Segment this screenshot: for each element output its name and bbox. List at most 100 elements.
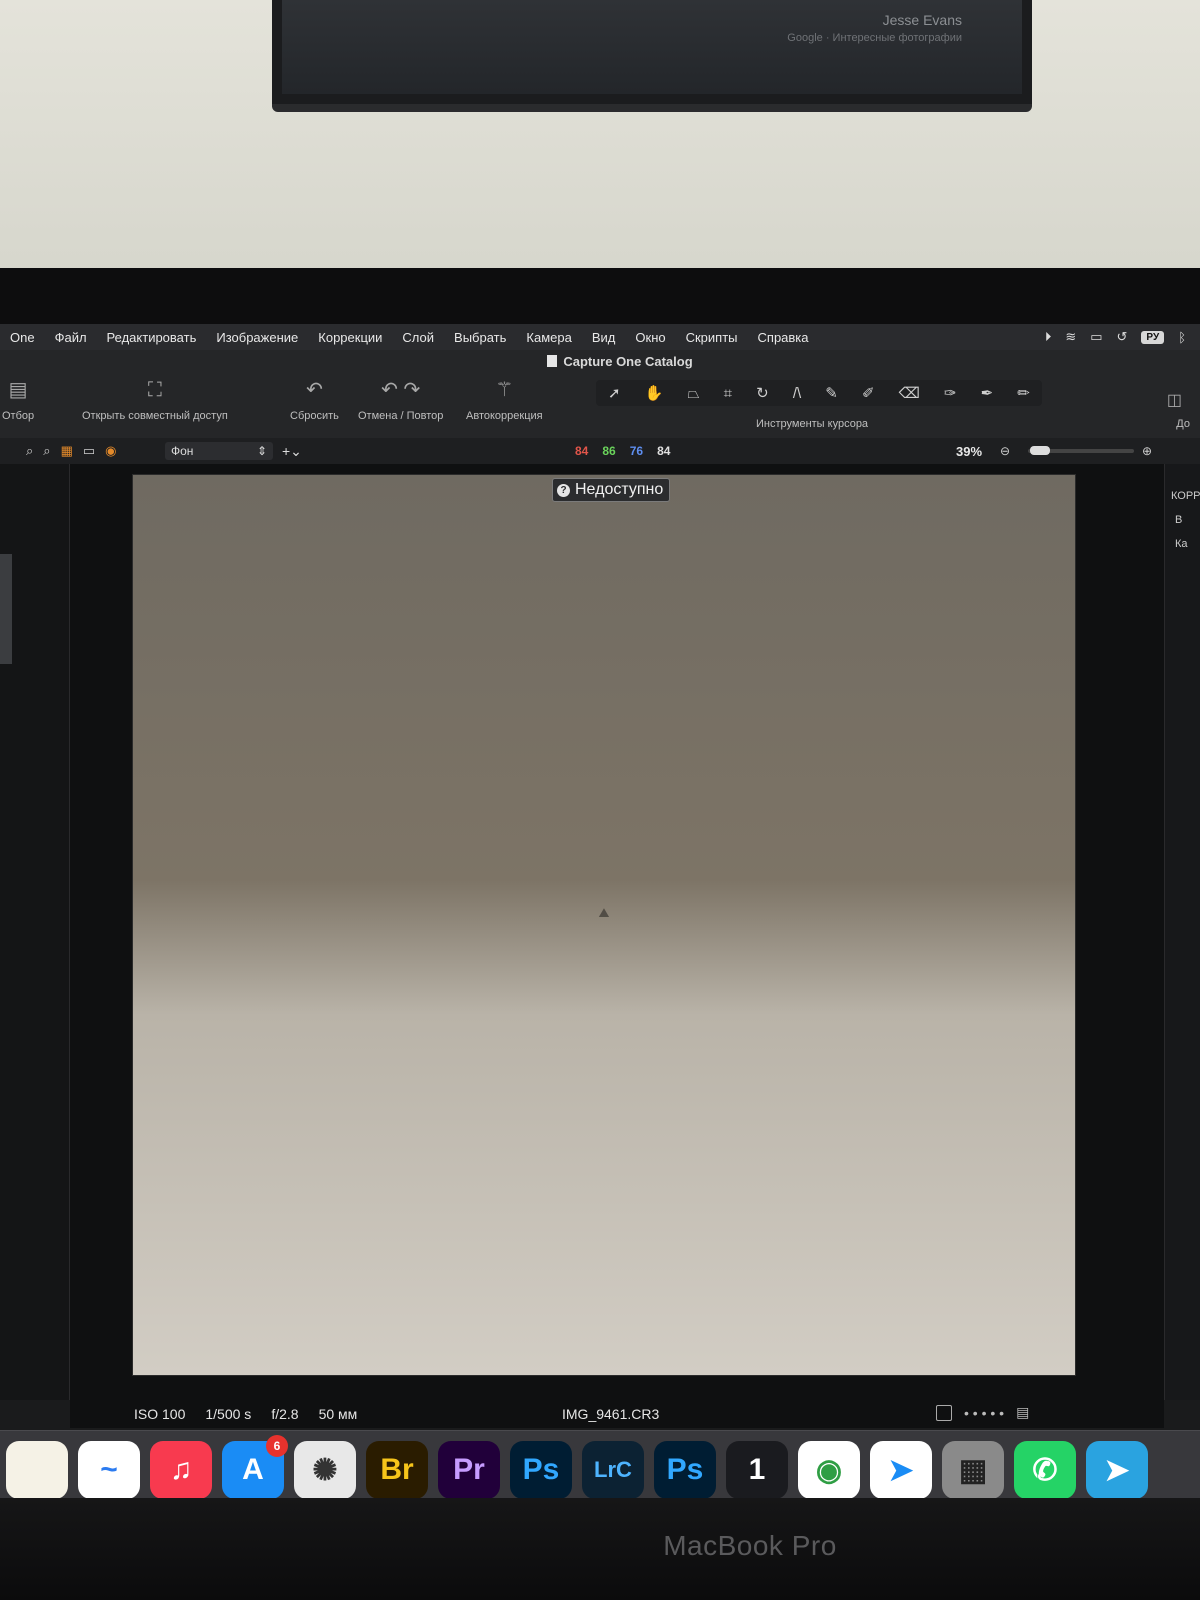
zoom-out-icon[interactable]: ⊖ — [1000, 444, 1010, 458]
dock-app-icon[interactable] — [6, 1441, 68, 1499]
dock-app-icon[interactable]: ✆ — [1014, 1441, 1076, 1499]
right-panel: КОРР В Ка — [1164, 464, 1200, 1400]
search-icon[interactable]: ⌕ — [26, 443, 33, 459]
single-view-icon[interactable]: ▭ — [83, 443, 95, 459]
reset-icon: ↶ — [306, 379, 323, 401]
dock-app-icon[interactable]: ~ — [78, 1441, 140, 1499]
share-icon: ⛶ — [147, 379, 162, 401]
menu-select[interactable]: Выбрать — [444, 330, 516, 345]
keystone-icon[interactable]: /\ — [793, 385, 801, 402]
dock-app-icon[interactable]: ➤ — [1086, 1441, 1148, 1499]
menu-image[interactable]: Изображение — [206, 330, 308, 345]
list-icon[interactable]: ▤ — [1016, 1404, 1029, 1421]
arrow-cursor-icon[interactable]: ➚ — [608, 384, 621, 402]
undo-redo-button[interactable]: ↶ ↷ Отмена / Повтор — [358, 378, 443, 422]
crop-icon[interactable]: ⌗ — [724, 385, 732, 402]
rgb-readout: 84 86 76 84 — [575, 444, 670, 458]
iso-value: ISO 100 — [134, 1406, 186, 1422]
focal-value: 50 мм — [318, 1406, 358, 1422]
panel-item[interactable]: Ка — [1175, 538, 1188, 550]
auto-adjust-button[interactable]: ⚚ Автокоррекция — [466, 378, 543, 422]
exif-info: ISO 100 1/500 s f/2.8 50 мм — [134, 1406, 357, 1422]
dock-app-icon[interactable]: ➤ — [870, 1441, 932, 1499]
annotate-icon[interactable]: ✏ — [1017, 384, 1030, 402]
dock-app-icon[interactable]: ▦ — [942, 1441, 1004, 1499]
menu-app[interactable]: One — [0, 330, 45, 345]
toolbar: ▤ Отбор ⛶ Открыть совместный доступ ↶ Сб… — [0, 372, 1200, 438]
dock-app-icon[interactable]: Pr — [438, 1441, 500, 1499]
aperture-value: f/2.8 — [271, 1406, 299, 1422]
select-tool[interactable]: ▤ Отбор — [2, 378, 34, 422]
dock-app-icon[interactable]: A6 — [222, 1435, 288, 1499]
input-language[interactable]: РУ — [1141, 330, 1165, 344]
stack-icon[interactable]: ≋ — [1065, 329, 1076, 345]
menu-view[interactable]: Вид — [582, 330, 626, 345]
dock-app-icon[interactable]: 1 — [726, 1441, 788, 1499]
rating-dots-icon[interactable]: • • • • • — [964, 1405, 1004, 1421]
undo-redo-label: Отмена / Повтор — [358, 410, 444, 422]
cursor-tools-group: ➚ ✋ ⏢ ⌗ ↻ /\ ✎ ✐ ⌫ ✑ ✒ ✏ — [596, 380, 1042, 406]
heal-icon[interactable]: ✑ — [944, 384, 957, 402]
zoom-level[interactable]: 39% — [956, 444, 982, 459]
menu-bar: One Файл Редактировать Изображение Корре… — [0, 324, 1200, 350]
menu-scripts[interactable]: Скрипты — [676, 330, 748, 345]
share-button[interactable]: ⛶ Открыть совместный доступ — [82, 378, 228, 422]
menu-help[interactable]: Справка — [748, 330, 819, 345]
notification-badge: 6 — [266, 1435, 288, 1457]
select-icon: ▤ — [8, 379, 28, 401]
magic-wand-icon: ⚚ — [495, 379, 514, 401]
panel-section[interactable]: В — [1175, 514, 1182, 526]
before-after-icon[interactable]: ◫ — [1167, 390, 1182, 410]
rating-controls: • • • • • ▤ — [936, 1404, 1029, 1421]
bluetooth-icon[interactable]: ᛒ — [1178, 330, 1186, 345]
zoom-in-icon[interactable]: ⊕ — [1142, 444, 1152, 458]
unavailable-label: Недоступно — [575, 481, 664, 498]
green-value: 86 — [602, 444, 616, 458]
menu-camera[interactable]: Камера — [516, 330, 581, 345]
dock-app-icon[interactable]: Ps — [510, 1441, 572, 1499]
reset-button[interactable]: ↶ Сбросить — [290, 378, 339, 422]
chevron-updown-icon: ⇕ — [256, 444, 267, 458]
zoom-slider-handle[interactable] — [1030, 446, 1050, 455]
picker-icon[interactable]: ✎ — [825, 384, 838, 402]
eraser-icon[interactable]: ⌫ — [899, 384, 920, 402]
dock-app-icon[interactable]: LrC — [582, 1441, 644, 1499]
checkbox-icon[interactable] — [936, 1404, 952, 1421]
menu-window[interactable]: Окно — [625, 330, 675, 345]
file-name: IMG_9461.CR3 — [562, 1406, 660, 1422]
zoom-icon[interactable]: ⌕ — [43, 443, 50, 459]
clone-icon[interactable]: ✒ — [981, 384, 994, 402]
laptop: One Файл Редактировать Изображение Корре… — [0, 268, 1200, 1600]
luma-value: 84 — [657, 444, 671, 458]
dock-app-icon[interactable]: ♫ — [150, 1441, 212, 1499]
image-viewer-canvas[interactable]: ⛰ — [132, 474, 1076, 1376]
menu-edit[interactable]: Редактировать — [97, 330, 207, 345]
layer-select[interactable]: Фон ⇕ — [165, 442, 273, 460]
undo-redo-icon: ↶ ↷ — [381, 379, 421, 401]
cursor-tools-label: Инструменты курсора — [756, 418, 869, 430]
adjustments-tab[interactable]: КОРР — [1171, 490, 1200, 502]
add-layer-icon[interactable]: +⌄ — [282, 443, 302, 460]
eye-view-icon[interactable]: ◉ — [105, 443, 116, 459]
menu-adjustments[interactable]: Коррекции — [308, 330, 392, 345]
laptop-brand: MacBook Pro — [663, 1530, 837, 1561]
straighten-icon[interactable]: ⏢ — [688, 385, 700, 402]
tv-subtitle: Google · Интересные фотографии — [787, 32, 962, 44]
hand-tool-icon[interactable]: ✋ — [645, 384, 664, 402]
dock-app-icon[interactable]: Br — [366, 1441, 428, 1499]
rotate-icon[interactable]: ↻ — [756, 384, 769, 402]
brush-icon[interactable]: ✐ — [862, 384, 875, 402]
menu-layer[interactable]: Слой — [392, 330, 444, 345]
thumbnail-strip[interactable] — [0, 554, 12, 664]
grid-view-icon[interactable]: ▦ — [61, 443, 73, 459]
dock-app-icon[interactable]: Ps — [654, 1441, 716, 1499]
time-machine-icon[interactable]: ↺ — [1117, 329, 1128, 345]
dock-app-icon[interactable]: ✺ — [294, 1441, 356, 1499]
viewer-header: ⌕ ⌕ ▦ ▭ ◉ Фон ⇕ +⌄ 84 86 76 84 39% ⊖ ⊕ — [0, 438, 1200, 464]
window-title: Capture One Catalog — [563, 353, 693, 369]
play-icon[interactable]: ⏵ — [1045, 329, 1052, 345]
dock-app-icon[interactable]: ◉ — [798, 1441, 860, 1499]
display-icon[interactable]: ▭ — [1090, 329, 1102, 345]
menu-file[interactable]: Файл — [45, 330, 97, 345]
before-label: До — [1176, 418, 1190, 430]
